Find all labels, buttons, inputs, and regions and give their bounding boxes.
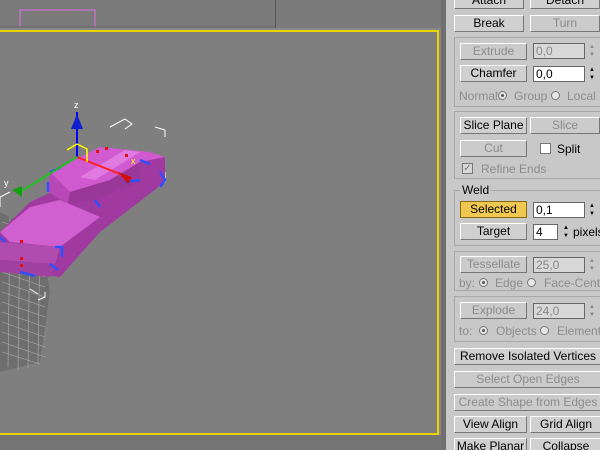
explode-button[interactable]: Explode bbox=[460, 302, 527, 319]
refine-ends-checkbox[interactable]: ✓ bbox=[462, 163, 473, 174]
weld-target-spinner[interactable]: ▲ ▼ bbox=[562, 224, 570, 240]
tessellate-tension-field[interactable]: 25,0 bbox=[533, 257, 585, 273]
viewport-bottom-strip bbox=[0, 435, 446, 450]
viewport-separator bbox=[275, 0, 276, 28]
normal-local-radio[interactable] bbox=[551, 91, 560, 100]
collapse-button[interactable]: Collapse bbox=[530, 438, 600, 450]
perspective-viewport[interactable]: z y x bbox=[0, 30, 439, 435]
turn-button[interactable]: Turn bbox=[530, 15, 600, 32]
to-objects-radio[interactable] bbox=[479, 326, 488, 335]
extrude-amount-field[interactable]: 0,0 bbox=[533, 43, 585, 59]
chamfer-spinner[interactable]: ▲ ▼ bbox=[588, 66, 596, 82]
normal-local-label: Local bbox=[567, 89, 596, 103]
split-label: Split bbox=[557, 142, 581, 156]
edit-mesh-command-panel: Attach Detach Break Turn Extrude 0,0 ▲ ▼ … bbox=[446, 0, 600, 450]
by-face-center-radio[interactable] bbox=[527, 278, 536, 287]
by-face-center-label: Face-Center bbox=[544, 276, 600, 290]
top-viewport-strip[interactable] bbox=[0, 0, 446, 28]
selected-mesh-object bbox=[0, 147, 167, 278]
to-objects-label: Objects bbox=[496, 324, 537, 338]
explode-angle-field[interactable]: 24,0 bbox=[533, 303, 585, 319]
extrude-button[interactable]: Extrude bbox=[460, 43, 527, 60]
by-edge-label: Edge bbox=[495, 276, 524, 290]
top-viewport-content bbox=[0, 9, 275, 28]
viewport-scene: z y x bbox=[0, 100, 167, 372]
gizmo-x-label: x bbox=[131, 156, 136, 166]
cut-button[interactable]: Cut bbox=[460, 140, 527, 157]
weld-threshold-spinner[interactable]: ▲ ▼ bbox=[588, 202, 596, 218]
to-elements-radio[interactable] bbox=[540, 326, 549, 335]
break-button[interactable]: Break bbox=[454, 15, 524, 32]
explode-spinner[interactable]: ▲ ▼ bbox=[588, 303, 596, 319]
weld-title: Weld bbox=[460, 183, 492, 197]
gizmo-y-label: y bbox=[4, 178, 9, 188]
attach-button[interactable]: Attach bbox=[454, 0, 524, 9]
weld-target-button[interactable]: Target bbox=[460, 223, 527, 240]
slice-plane-button[interactable]: Slice Plane bbox=[460, 117, 527, 134]
chamfer-button[interactable]: Chamfer bbox=[460, 65, 527, 82]
weld-target-pixels-field[interactable]: 4 bbox=[533, 224, 558, 240]
extrude-spinner[interactable]: ▲ ▼ bbox=[588, 43, 596, 59]
by-edge-radio[interactable] bbox=[479, 278, 488, 287]
weld-threshold-field[interactable]: 0,1 bbox=[533, 202, 585, 218]
to-label: to: bbox=[459, 324, 473, 338]
weld-selected-button[interactable]: Selected bbox=[460, 201, 527, 218]
view-align-button[interactable]: View Align bbox=[454, 416, 527, 433]
slice-button[interactable]: Slice bbox=[530, 117, 600, 134]
refine-ends-label: Refine Ends bbox=[481, 162, 547, 176]
normal-group-radio[interactable] bbox=[498, 91, 507, 100]
tessellate-button[interactable]: Tessellate bbox=[460, 256, 527, 273]
gizmo-z-label: z bbox=[74, 100, 79, 110]
normal-group-label: Group bbox=[514, 89, 548, 103]
tessellate-spinner[interactable]: ▲ ▼ bbox=[588, 257, 596, 273]
chamfer-amount-field[interactable]: 0,0 bbox=[533, 66, 585, 82]
to-elements-label: Elements bbox=[557, 324, 600, 338]
split-checkbox[interactable] bbox=[540, 143, 551, 154]
remove-isolated-vertices-button[interactable]: Remove Isolated Vertices bbox=[454, 348, 600, 365]
pixels-label: pixels bbox=[573, 225, 600, 239]
create-shape-from-edges-button[interactable]: Create Shape from Edges bbox=[454, 394, 600, 411]
normal-label: Normal: bbox=[459, 89, 502, 103]
make-planar-button[interactable]: Make Planar bbox=[454, 438, 527, 450]
select-open-edges-button[interactable]: Select Open Edges bbox=[454, 371, 600, 388]
by-label: by: bbox=[459, 276, 476, 290]
detach-button[interactable]: Detach bbox=[530, 0, 600, 9]
grid-align-button[interactable]: Grid Align bbox=[530, 416, 600, 433]
